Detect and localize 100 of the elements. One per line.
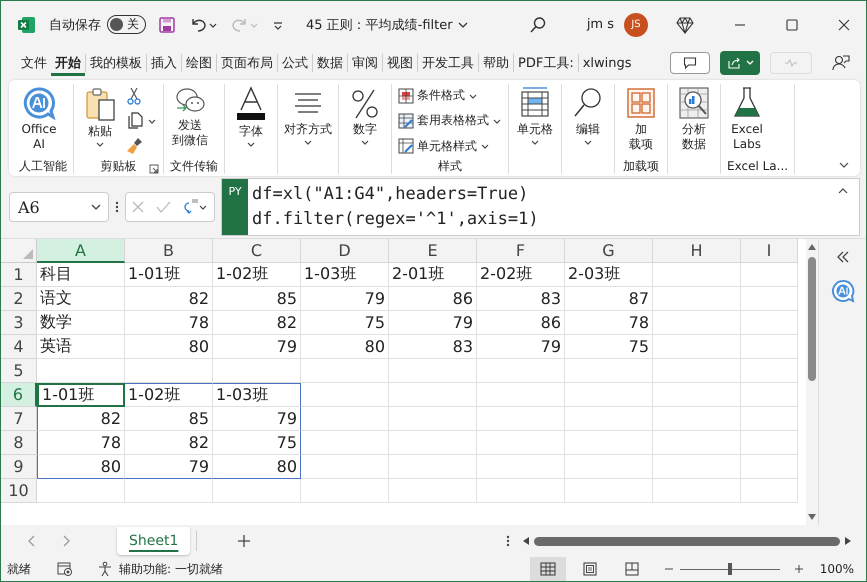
column-header[interactable]: D [301, 239, 389, 263]
previous-sheet-icon[interactable] [27, 535, 37, 547]
ribbon-menu-button[interactable]: 条件格式 [398, 84, 502, 107]
zoom-slider-thumb[interactable] [728, 563, 732, 575]
empty-cell [741, 479, 798, 503]
ribbon-tab[interactable]: PDF工具: [514, 50, 578, 76]
table-cell: 75 [213, 431, 301, 455]
column-header[interactable]: F [477, 239, 565, 263]
more-icon[interactable] [115, 200, 119, 214]
ribbon-button[interactable]: 发送 到微信 [170, 84, 210, 158]
zoom-level[interactable]: 100% [820, 562, 854, 576]
more-icon[interactable] [506, 534, 510, 548]
name-box[interactable]: A6 [9, 192, 109, 222]
row-header[interactable]: 4 [1, 335, 37, 359]
user-name[interactable]: jm s [586, 17, 614, 32]
search-icon[interactable] [528, 16, 547, 34]
column-header[interactable]: H [653, 239, 741, 263]
row-header[interactable]: 10 [1, 479, 37, 503]
row-header[interactable]: 8 [1, 431, 37, 455]
coauthor-icon[interactable] [832, 54, 850, 72]
comments-button[interactable] [670, 52, 710, 74]
vertical-scrollbar[interactable] [808, 257, 816, 381]
ribbon-tab[interactable]: 开发工具 [418, 50, 478, 76]
close-icon[interactable] [838, 18, 850, 30]
maximize-icon[interactable] [786, 18, 798, 30]
table-cell: 86 [389, 287, 477, 311]
diamond-icon[interactable] [676, 16, 694, 34]
ai-assistant-icon[interactable] [830, 279, 854, 303]
ribbon-tab[interactable]: 帮助 [479, 50, 513, 76]
next-sheet-icon[interactable] [61, 535, 71, 547]
table-cell: 2-03班 [565, 263, 653, 287]
ribbon-button[interactable]: 字体 [231, 84, 271, 158]
collapse-formula-icon[interactable] [837, 187, 849, 195]
table-cell: 78 [125, 311, 213, 335]
sheet-tab[interactable]: Sheet1 [117, 527, 190, 555]
caret-icon [360, 139, 370, 147]
ribbon-button[interactable]: Excel Labs [727, 84, 767, 158]
autosave-toggle[interactable]: 关 [107, 15, 146, 34]
scroll-left-icon[interactable] [522, 536, 530, 546]
ribbon-tab[interactable]: 审阅 [348, 50, 382, 76]
row-header[interactable]: 9 [1, 455, 37, 479]
horizontal-scrollbar[interactable] [534, 536, 840, 546]
normal-view-button[interactable] [530, 557, 566, 581]
ribbon-tab[interactable]: 页面布局 [217, 50, 277, 76]
macro-record-icon[interactable] [57, 562, 73, 576]
ribbon-tab[interactable]: 公式 [278, 50, 312, 76]
ribbon-tab[interactable]: 文件 [17, 50, 51, 76]
ribbon-tab[interactable]: xlwings [578, 50, 636, 76]
share-button[interactable] [720, 51, 760, 75]
row-header[interactable]: 6 [1, 383, 37, 407]
column-header[interactable]: G [565, 239, 653, 263]
column-header[interactable]: B [125, 239, 213, 263]
row-header[interactable]: 7 [1, 407, 37, 431]
formula-line[interactable]: df=xl("A1:G4",headers=True) [252, 182, 823, 207]
ribbon-button[interactable]: 数字 [345, 84, 385, 158]
ai-icon [22, 86, 56, 120]
group-label: 样式 [438, 158, 462, 174]
row-header[interactable]: 3 [1, 311, 37, 335]
ribbon-button[interactable]: 分析 数据 [674, 84, 714, 158]
expand-panel-icon[interactable] [836, 251, 850, 263]
ribbon-tab[interactable]: 视图 [383, 50, 417, 76]
zoom-in-icon[interactable] [794, 564, 804, 574]
document-title[interactable]: 45 正则：平均成绩-filter [306, 16, 453, 34]
add-sheet-icon[interactable] [237, 534, 252, 548]
accessibility-icon[interactable] [97, 561, 113, 577]
ribbon-tab[interactable]: 数据 [313, 50, 347, 76]
row-header[interactable]: 1 [1, 263, 37, 287]
collapse-ribbon-icon[interactable] [838, 160, 850, 170]
table-cell: 82 [37, 407, 125, 431]
scroll-down-icon[interactable] [807, 513, 817, 521]
column-header[interactable]: I [741, 239, 798, 263]
ribbon-tab[interactable]: 绘图 [182, 50, 216, 76]
ribbon-button[interactable]: Office AI [19, 84, 59, 158]
ribbon-menu-button[interactable]: 单元格样式 [398, 135, 502, 158]
corner-triangle-icon [23, 249, 33, 259]
scroll-up-icon[interactable] [807, 243, 817, 251]
accessibility-status[interactable]: 辅助功能: 一切就绪 [119, 560, 223, 578]
column-header[interactable]: E [389, 239, 477, 263]
ribbon-button[interactable]: 对齐方式 [284, 84, 332, 158]
user-avatar[interactable]: JS [624, 12, 648, 36]
column-header[interactable]: A [37, 239, 125, 263]
ribbon-menu-button[interactable]: 套用表格格式 [398, 110, 502, 132]
caret-icon [147, 118, 157, 126]
scroll-right-icon[interactable] [844, 536, 852, 546]
save-icon[interactable] [158, 16, 176, 34]
ribbon-button[interactable]: 编辑 [568, 84, 608, 158]
table-cell: 1-01班 [125, 263, 213, 287]
dialog-launcher-icon[interactable] [149, 164, 159, 174]
column-header[interactable]: C [213, 239, 301, 263]
ribbon-tab[interactable]: 插入 [147, 50, 181, 76]
table-cell: 75 [301, 311, 389, 335]
table-cell: 1-02班 [213, 263, 301, 287]
ribbon-tab[interactable]: 我的模板 [86, 50, 146, 76]
row-header[interactable]: 5 [1, 359, 37, 383]
formula-line[interactable]: df.filter(regex='^1',axis=1) [252, 207, 823, 232]
ribbon-button[interactable]: 粘贴 [80, 84, 120, 158]
row-header[interactable]: 2 [1, 287, 37, 311]
ribbon-button[interactable]: 加 载项 [621, 84, 661, 158]
table-cell: 2-01班 [389, 263, 477, 287]
ribbon-button[interactable]: 单元格 [515, 84, 555, 158]
